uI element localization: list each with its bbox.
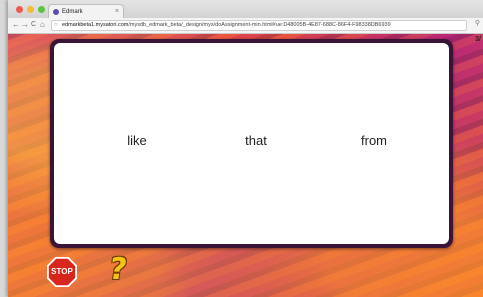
stop-label: STOP <box>51 267 73 276</box>
back-icon[interactable]: ← <box>12 20 20 30</box>
url-path: /mysdb_edmark_beta/_design/mys/doAssignm… <box>128 22 391 28</box>
page-indicator: 3/ <box>475 36 481 43</box>
word-card-inner: like that from <box>54 43 449 244</box>
minimize-window-icon[interactable] <box>27 6 34 13</box>
tab-close-icon[interactable]: × <box>115 5 119 19</box>
page-info-icon: ○ <box>54 22 58 28</box>
browser-toolbar: ← → C ⌂ ○ edmarkbeta1.mysatori.com/mysdb… <box>8 18 483 34</box>
url-domain: edmarkbeta1.mysatori.com <box>62 22 129 28</box>
forward-icon[interactable]: → <box>21 20 29 30</box>
edmark-activity: 3/ like that from STOP ? <box>8 34 483 297</box>
close-window-icon[interactable] <box>16 6 23 13</box>
help-button[interactable]: ? <box>101 252 134 288</box>
word-choice-1[interactable]: like <box>127 133 147 148</box>
search-icon[interactable]: ⚲ <box>475 19 480 27</box>
reload-icon[interactable]: C <box>31 20 36 30</box>
stop-button[interactable]: STOP <box>46 256 78 288</box>
home-icon[interactable]: ⌂ <box>40 20 45 30</box>
word-card: like that from <box>50 39 453 248</box>
maximize-window-icon[interactable] <box>38 6 45 13</box>
word-choice-3[interactable]: from <box>361 133 387 148</box>
address-bar[interactable]: ○ edmarkbeta1.mysatori.com/mysdb_edmark_… <box>51 20 467 31</box>
browser-window: Edmark × ← → C ⌂ ○ edmarkbeta1.mysatori.… <box>8 0 483 297</box>
edmark-favicon-icon <box>53 9 59 15</box>
tab-title: Edmark <box>62 9 83 15</box>
word-choice-2[interactable]: that <box>245 133 267 148</box>
tab-bar: Edmark × <box>8 0 483 18</box>
tab-edmark[interactable]: Edmark × <box>48 4 124 18</box>
